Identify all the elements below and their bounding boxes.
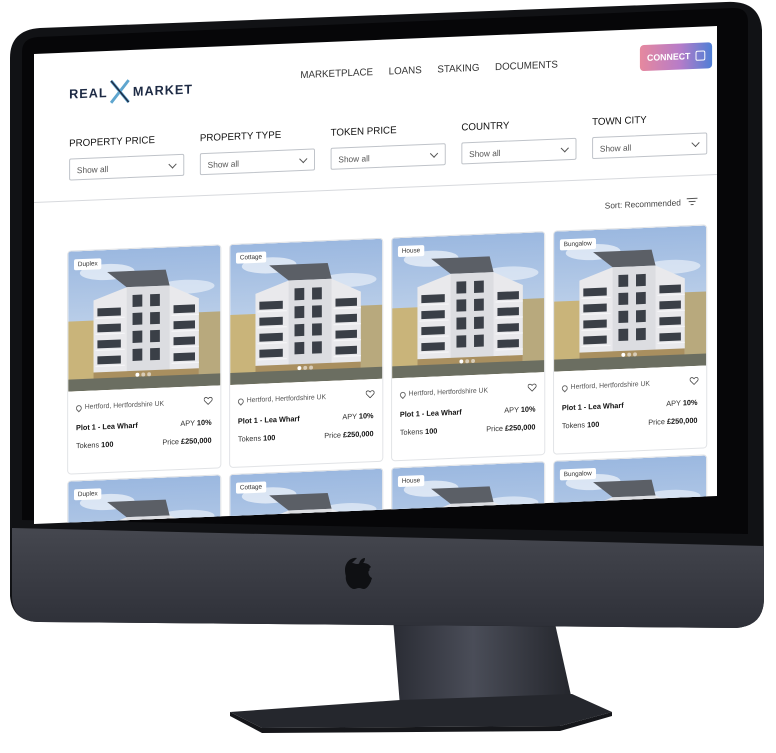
filter-label: TOKEN PRICE	[330, 125, 397, 139]
location-pin-icon	[560, 383, 569, 392]
property-type-badge: Cottage	[235, 481, 267, 494]
listing-apy: APY 10%	[666, 397, 698, 409]
property-type-badge: Cottage	[235, 251, 267, 264]
chevron-down-icon	[299, 154, 308, 164]
location-pin-icon	[74, 403, 84, 412]
connect-label: CONNECT	[646, 51, 691, 63]
sort-control[interactable]: Sort: Recommended	[605, 197, 698, 211]
listing-tokens: Tokens 100	[399, 426, 438, 437]
town-city-select[interactable]: Show all	[592, 132, 708, 160]
property-type-select[interactable]: Show all	[199, 148, 316, 176]
listing-title: Plot 1 - Lea Wharf	[75, 420, 138, 433]
listing-title: Plot 1 - Lea Wharf	[399, 407, 462, 419]
filter-country: COUNTRY Show all	[461, 118, 578, 165]
listing-tokens: Tokens 100	[561, 419, 600, 431]
property-type-badge: Duplex	[74, 258, 102, 271]
listing-location: Hertford, Hertfordshire UK	[236, 394, 326, 406]
location-pin-icon	[398, 390, 407, 399]
listing-card[interactable]: Duplex	[67, 474, 222, 524]
chevron-down-icon	[168, 160, 177, 169]
carousel-dots[interactable]	[621, 352, 637, 357]
logo-x-icon	[110, 78, 131, 105]
heart-icon[interactable]	[527, 383, 537, 392]
listing-card[interactable]: Cottage Hertford, Hertfordshire UK Plot 1 …	[229, 237, 384, 468]
connect-button[interactable]: CONNECT	[639, 42, 713, 72]
heart-icon[interactable]	[365, 390, 375, 399]
location-pin-icon	[236, 396, 245, 406]
listing-price: Price £250,000	[648, 415, 698, 427]
connect-icon	[695, 50, 706, 61]
nav-marketplace[interactable]: MARKETPLACE	[300, 67, 373, 81]
country-select[interactable]: Show all	[461, 137, 577, 165]
filter-property-price: PROPERTY PRICE Show all	[69, 134, 186, 181]
nav-staking[interactable]: STAKING	[437, 63, 479, 76]
nav-documents[interactable]: DOCUMENTS	[495, 60, 558, 74]
chevron-down-icon	[691, 138, 700, 148]
logo-text-real: REAL	[69, 84, 108, 102]
listing-price: Price £250,000	[486, 422, 536, 434]
listing-apy: APY 10%	[342, 411, 374, 422]
filter-town-city: TOWN CITY Show all	[592, 112, 709, 160]
screen: REAL MARKET MARKETPLACE LOANS STAKING DO…	[34, 26, 717, 524]
filter-bar: PROPERTY PRICE Show all PROPERTY TYPE Sh…	[69, 113, 708, 189]
listing-tokens: Tokens 100	[237, 433, 276, 444]
listing-title: Plot 1 - Lea Wharf	[237, 414, 300, 426]
listing-card[interactable]: Duplex Hertford, Hertfordshire UK Plot 1 -…	[67, 244, 222, 475]
listing-price: Price £250,000	[324, 429, 374, 441]
nav-loans[interactable]: LOANS	[389, 65, 422, 77]
imac-mockup: REAL MARKET MARKETPLACE LOANS STAKING DO…	[0, 0, 776, 753]
listing-tokens: Tokens 100	[75, 439, 114, 451]
filter-token-price: TOKEN PRICE Show all	[330, 123, 448, 170]
listing-title: Plot 1 - Lea Wharf	[561, 400, 624, 413]
chevron-down-icon	[560, 143, 569, 153]
sort-icon	[686, 197, 698, 206]
carousel-dots[interactable]	[459, 358, 476, 364]
carousel-dots[interactable]	[135, 372, 152, 377]
property-type-badge: Duplex	[74, 488, 102, 501]
filter-label: COUNTRY	[461, 120, 510, 134]
filter-label: PROPERTY TYPE	[199, 129, 282, 145]
main-menu: MARKETPLACE LOANS STAKING DOCUMENTS	[300, 60, 558, 82]
heart-icon[interactable]	[203, 396, 213, 405]
filter-property-type: PROPERTY TYPE Show all	[199, 128, 317, 176]
property-type-badge: Bungalow	[559, 467, 596, 481]
filter-label: TOWN CITY	[592, 114, 647, 129]
filter-label: PROPERTY PRICE	[69, 135, 155, 150]
listing-price: Price £250,000	[162, 435, 212, 447]
sort-label: Sort: Recommended	[604, 197, 681, 211]
logo-text-market: MARKET	[132, 80, 194, 99]
property-type-badge: House	[397, 245, 425, 258]
listing-location: Hertford, Hertfordshire UK	[560, 381, 650, 392]
listing-location: Hertford, Hertfordshire UK	[74, 401, 164, 412]
listing-card[interactable]: Bungalow Hertford, Hertfordshire UK Plot 1…	[553, 224, 708, 455]
property-type-badge: Bungalow	[559, 237, 596, 251]
listing-apy: APY 10%	[180, 417, 212, 428]
property-price-select[interactable]: Show all	[69, 153, 185, 181]
listing-card[interactable]: House Hertford, Hertfordshire UK Plot 1 - …	[391, 231, 546, 462]
listing-location: Hertford, Hertfordshire UK	[398, 387, 488, 399]
property-photo	[68, 475, 221, 524]
brand-logo[interactable]: REAL MARKET	[69, 75, 193, 106]
token-price-select[interactable]: Show all	[330, 143, 446, 170]
listing-apy: APY 10%	[504, 404, 536, 415]
chevron-down-icon	[429, 149, 439, 158]
carousel-dots[interactable]	[297, 365, 314, 371]
heart-icon[interactable]	[689, 377, 699, 386]
property-type-badge: House	[397, 475, 425, 488]
